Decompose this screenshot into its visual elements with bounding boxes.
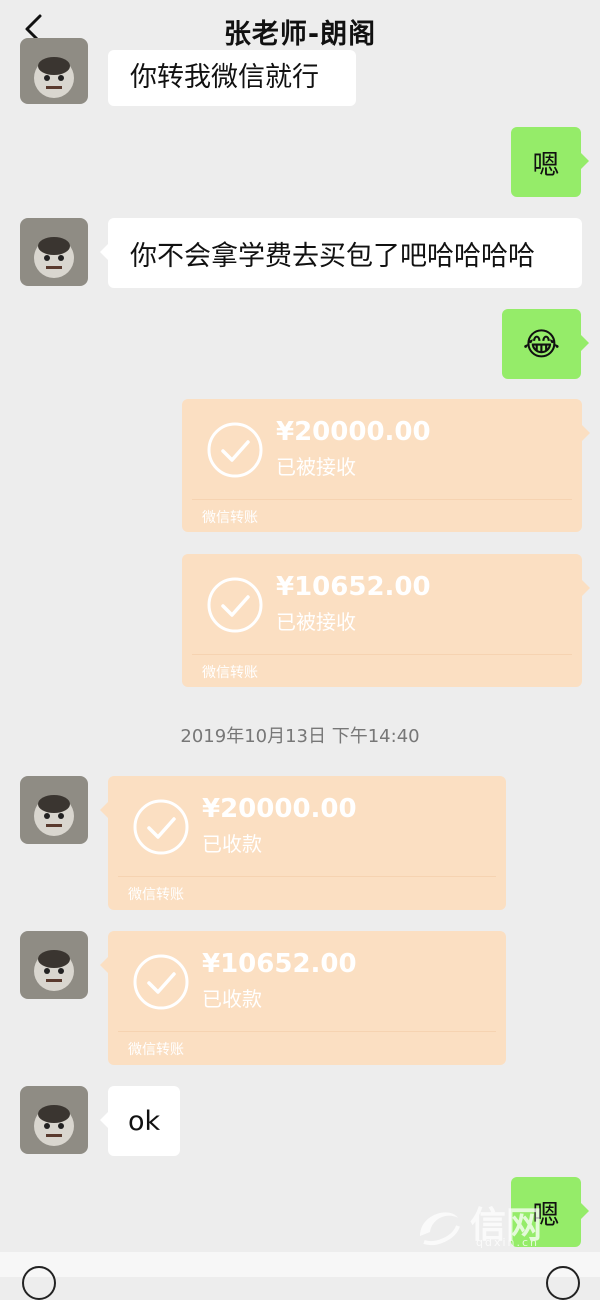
message-bubble-received[interactable]: 你不会拿学费去买包了吧哈哈哈哈 <box>100 218 582 288</box>
message-bubble-received[interactable]: 你转我微信就行 <box>108 50 356 106</box>
transfer-status: 已被接收 <box>276 455 356 479</box>
voice-toggle-icon[interactable] <box>22 1266 56 1300</box>
watermark-logo-icon <box>420 1212 460 1245</box>
transfer-status: 已收款 <box>202 987 262 1011</box>
transfer-card[interactable]: ¥10652.00 已被接收 微信转账 <box>182 554 590 687</box>
message-text: 你不会拿学费去买包了吧哈哈哈哈 <box>130 240 535 272</box>
message-bubble-sent[interactable]: 嗯 <box>511 127 589 197</box>
message-text: ok <box>128 1105 161 1137</box>
transfer-amount: ¥10652.00 <box>202 949 357 979</box>
transfer-card[interactable]: ¥20000.00 已收款 微信转账 <box>100 776 506 910</box>
check-circle-icon <box>207 577 263 633</box>
transfer-status: 已被接收 <box>276 610 356 634</box>
message-text: 你转我微信就行 <box>130 61 319 93</box>
contact-avatar[interactable] <box>20 218 88 286</box>
check-circle-icon <box>133 799 189 855</box>
more-options-icon[interactable] <box>546 1266 580 1300</box>
watermark-domain: qdxin.cn <box>476 1236 540 1249</box>
message-timestamp: 2019年10月13日 下午14:40 <box>180 726 420 747</box>
input-toolbar <box>0 1252 600 1300</box>
transfer-source: 微信转账 <box>128 1042 184 1058</box>
message-bubble-received[interactable]: ok <box>100 1086 180 1156</box>
transfer-source: 微信转账 <box>202 665 258 681</box>
laughing-emoji-icon: 😂 <box>522 325 561 363</box>
transfer-amount: ¥20000.00 <box>202 794 357 824</box>
transfer-card[interactable]: ¥10652.00 已收款 微信转账 <box>100 931 506 1065</box>
transfer-divider <box>192 499 572 500</box>
transfer-amount: ¥20000.00 <box>276 417 431 447</box>
contact-avatar[interactable] <box>20 931 88 999</box>
check-circle-icon <box>133 954 189 1010</box>
transfer-source: 微信转账 <box>128 887 184 903</box>
watermark: 信网 qdxin.cn <box>410 1196 590 1256</box>
contact-avatar[interactable] <box>20 776 88 844</box>
contact-avatar[interactable] <box>20 38 88 104</box>
contact-avatar[interactable] <box>20 1086 88 1154</box>
transfer-amount: ¥10652.00 <box>276 572 431 602</box>
chat-title: 张老师-朗阁 <box>223 19 377 50</box>
transfer-divider <box>192 654 572 655</box>
check-circle-icon <box>207 422 263 478</box>
transfer-status: 已收款 <box>202 832 262 856</box>
message-bubble-sent[interactable]: 😂 <box>502 309 589 379</box>
transfer-source: 微信转账 <box>202 510 258 526</box>
transfer-divider <box>118 876 496 877</box>
transfer-divider <box>118 1031 496 1032</box>
transfer-card[interactable]: ¥20000.00 已被接收 微信转账 <box>182 399 590 532</box>
message-text: 嗯 <box>532 149 560 181</box>
